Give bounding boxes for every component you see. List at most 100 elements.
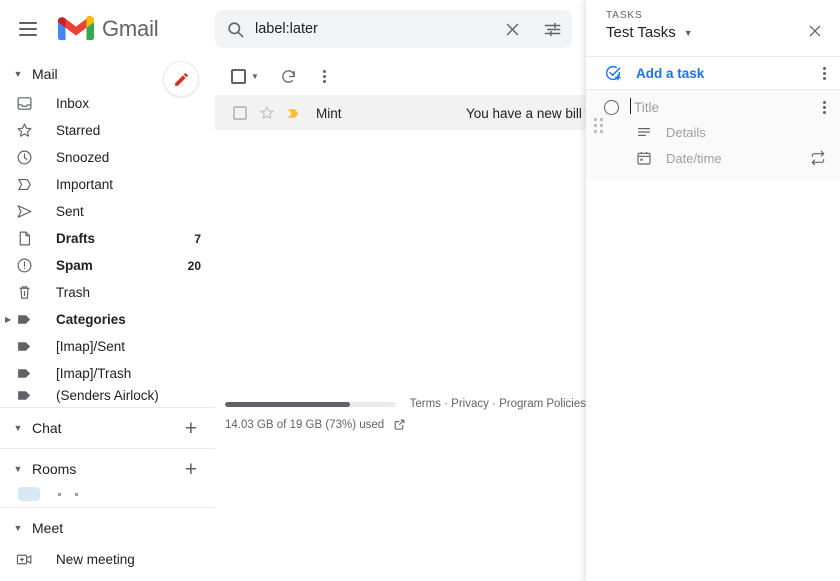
sidebar-room-item-clipped[interactable] bbox=[0, 485, 215, 503]
search-icon[interactable] bbox=[215, 10, 255, 48]
sidebar-item-senders-airlock[interactable]: (Senders Airlock) bbox=[0, 387, 215, 403]
add-task-label: Add a task bbox=[636, 66, 704, 81]
sidebar-item-trash[interactable]: Trash bbox=[0, 279, 215, 306]
row-checkbox-icon[interactable] bbox=[233, 106, 247, 120]
star-outline-icon[interactable] bbox=[259, 105, 275, 121]
gmail-pane: Gmail bbox=[0, 0, 586, 581]
room-label-clipped bbox=[58, 493, 78, 496]
storage-progress-fill bbox=[225, 402, 350, 407]
importance-marker-icon[interactable] bbox=[285, 105, 302, 122]
sidebar-item-snoozed[interactable]: Snoozed bbox=[0, 144, 215, 171]
storage-text-row: 14.03 GB of 19 GB (73%) used bbox=[225, 418, 586, 431]
sidebar-item-label: Trash bbox=[56, 285, 90, 300]
sidebar-item-imap-sent[interactable]: [Imap]/Sent bbox=[0, 333, 215, 360]
compose-button[interactable] bbox=[163, 61, 199, 97]
sidebar-item-imap-trash[interactable]: [Imap]/Trash bbox=[0, 360, 215, 387]
sidebar-section-mail-label: Mail bbox=[32, 66, 58, 82]
task-complete-circle-icon[interactable] bbox=[604, 100, 619, 115]
sidebar-item-label: Snoozed bbox=[56, 150, 109, 165]
search-bar[interactable] bbox=[215, 10, 572, 48]
task-date-row[interactable]: Date/time bbox=[586, 146, 840, 170]
sidebar-section-meet[interactable]: ▼ Meet bbox=[0, 512, 215, 544]
storage-progress-bar bbox=[225, 402, 396, 407]
text-cursor bbox=[630, 98, 631, 114]
close-tasks-panel-icon[interactable] bbox=[800, 16, 830, 46]
mail-list-toolbar: ▼ bbox=[215, 58, 586, 96]
search-input[interactable] bbox=[255, 11, 492, 47]
sidebar-item-starred[interactable]: Starred bbox=[0, 117, 215, 144]
chevron-down-icon: ▼ bbox=[10, 465, 26, 474]
mail-footer: Terms · Privacy · Program Policies 14.03… bbox=[215, 398, 586, 431]
tasks-panel-header: TASKS Test Tasks ▼ bbox=[586, 0, 840, 57]
label-tag-icon bbox=[16, 338, 38, 355]
sidebar-item-drafts[interactable]: Drafts 7 bbox=[0, 225, 215, 252]
sidebar-item-categories[interactable]: ▶ Categories bbox=[0, 306, 215, 333]
compose-pencil-icon bbox=[173, 71, 190, 88]
spam-exclamation-icon bbox=[16, 257, 38, 274]
sidebar-item-label: Drafts bbox=[56, 231, 95, 246]
task-date-placeholder: Date/time bbox=[666, 151, 722, 166]
sidebar-item-count: 7 bbox=[194, 232, 201, 246]
sidebar-section-chat[interactable]: ▼ Chat + bbox=[0, 412, 215, 444]
details-lines-icon bbox=[636, 124, 654, 140]
label-tag-icon bbox=[16, 365, 38, 382]
send-icon bbox=[16, 203, 38, 220]
gmail-brand-label: Gmail bbox=[102, 16, 158, 42]
sidebar-item-label: Sent bbox=[56, 204, 84, 219]
tasks-more-options-icon[interactable] bbox=[823, 67, 826, 80]
chevron-down-icon[interactable]: ▼ bbox=[251, 72, 259, 81]
select-all-control[interactable]: ▼ bbox=[231, 69, 259, 84]
clear-search-icon[interactable] bbox=[492, 10, 532, 48]
task-details-row[interactable]: Details bbox=[586, 120, 840, 144]
sidebar-section-meet-label: Meet bbox=[32, 520, 63, 536]
row-sender: Mint bbox=[316, 106, 466, 121]
task-details-placeholder: Details bbox=[666, 125, 706, 140]
sidebar-item-label: [Imap]/Sent bbox=[56, 339, 125, 354]
sidebar-item-join-meeting[interactable]: Join a meeting bbox=[0, 574, 215, 581]
sidebar-item-label: Important bbox=[56, 177, 113, 192]
label-tag-icon bbox=[16, 311, 38, 328]
sidebar-item-label: Inbox bbox=[56, 96, 89, 111]
clock-icon bbox=[16, 149, 38, 166]
external-link-icon[interactable] bbox=[393, 418, 406, 431]
main-menu-icon[interactable] bbox=[8, 9, 48, 49]
sidebar-item-important[interactable]: Important bbox=[0, 171, 215, 198]
chevron-right-icon[interactable]: ▶ bbox=[5, 315, 11, 324]
refresh-icon[interactable] bbox=[273, 61, 305, 93]
add-chat-icon[interactable]: + bbox=[185, 418, 197, 439]
repeat-icon[interactable] bbox=[810, 150, 826, 166]
more-options-icon[interactable] bbox=[309, 61, 341, 93]
storage-usage-label: 14.03 GB of 19 GB (73%) used bbox=[225, 419, 384, 431]
table-row[interactable]: Mint You have a new bill fr bbox=[215, 96, 586, 130]
search-options-icon[interactable] bbox=[532, 10, 572, 48]
tasks-eyebrow-label: TASKS bbox=[606, 10, 693, 22]
task-more-options-icon[interactable] bbox=[823, 101, 826, 114]
tasks-list-name: Test Tasks bbox=[606, 24, 676, 41]
trash-icon bbox=[16, 284, 38, 301]
sidebar-item-label: Spam bbox=[56, 258, 93, 273]
sidebar-item-label: [Imap]/Trash bbox=[56, 366, 131, 381]
sidebar-section-chat-label: Chat bbox=[32, 420, 62, 436]
chevron-down-icon: ▼ bbox=[10, 524, 26, 533]
video-camera-plus-icon bbox=[16, 551, 38, 568]
select-all-checkbox-icon[interactable] bbox=[231, 69, 246, 84]
sidebar-item-new-meeting[interactable]: New meeting bbox=[0, 544, 215, 574]
drag-handle-icon[interactable] bbox=[594, 118, 603, 133]
row-subject: You have a new bill fr bbox=[466, 106, 586, 121]
label-tag-icon bbox=[16, 387, 38, 403]
tasks-list-selector[interactable]: Test Tasks ▼ bbox=[606, 24, 693, 41]
chevron-down-icon: ▼ bbox=[684, 28, 693, 38]
new-task-form: Title Details bbox=[586, 90, 840, 180]
gmail-brand[interactable]: Gmail bbox=[58, 15, 158, 43]
add-task-button[interactable]: Add a task bbox=[586, 57, 840, 90]
calendar-icon bbox=[636, 150, 654, 166]
add-room-icon[interactable]: + bbox=[185, 459, 197, 480]
inbox-icon bbox=[16, 95, 38, 112]
footer-links[interactable]: Terms · Privacy · Program Policies bbox=[410, 398, 586, 410]
task-title-input[interactable]: Title bbox=[634, 100, 659, 115]
sidebar-item-label: (Senders Airlock) bbox=[56, 388, 159, 403]
sidebar-item-spam[interactable]: Spam 20 bbox=[0, 252, 215, 279]
sidebar-item-label: New meeting bbox=[56, 552, 135, 567]
sidebar-section-rooms[interactable]: ▼ Rooms + bbox=[0, 453, 215, 485]
sidebar-item-sent[interactable]: Sent bbox=[0, 198, 215, 225]
